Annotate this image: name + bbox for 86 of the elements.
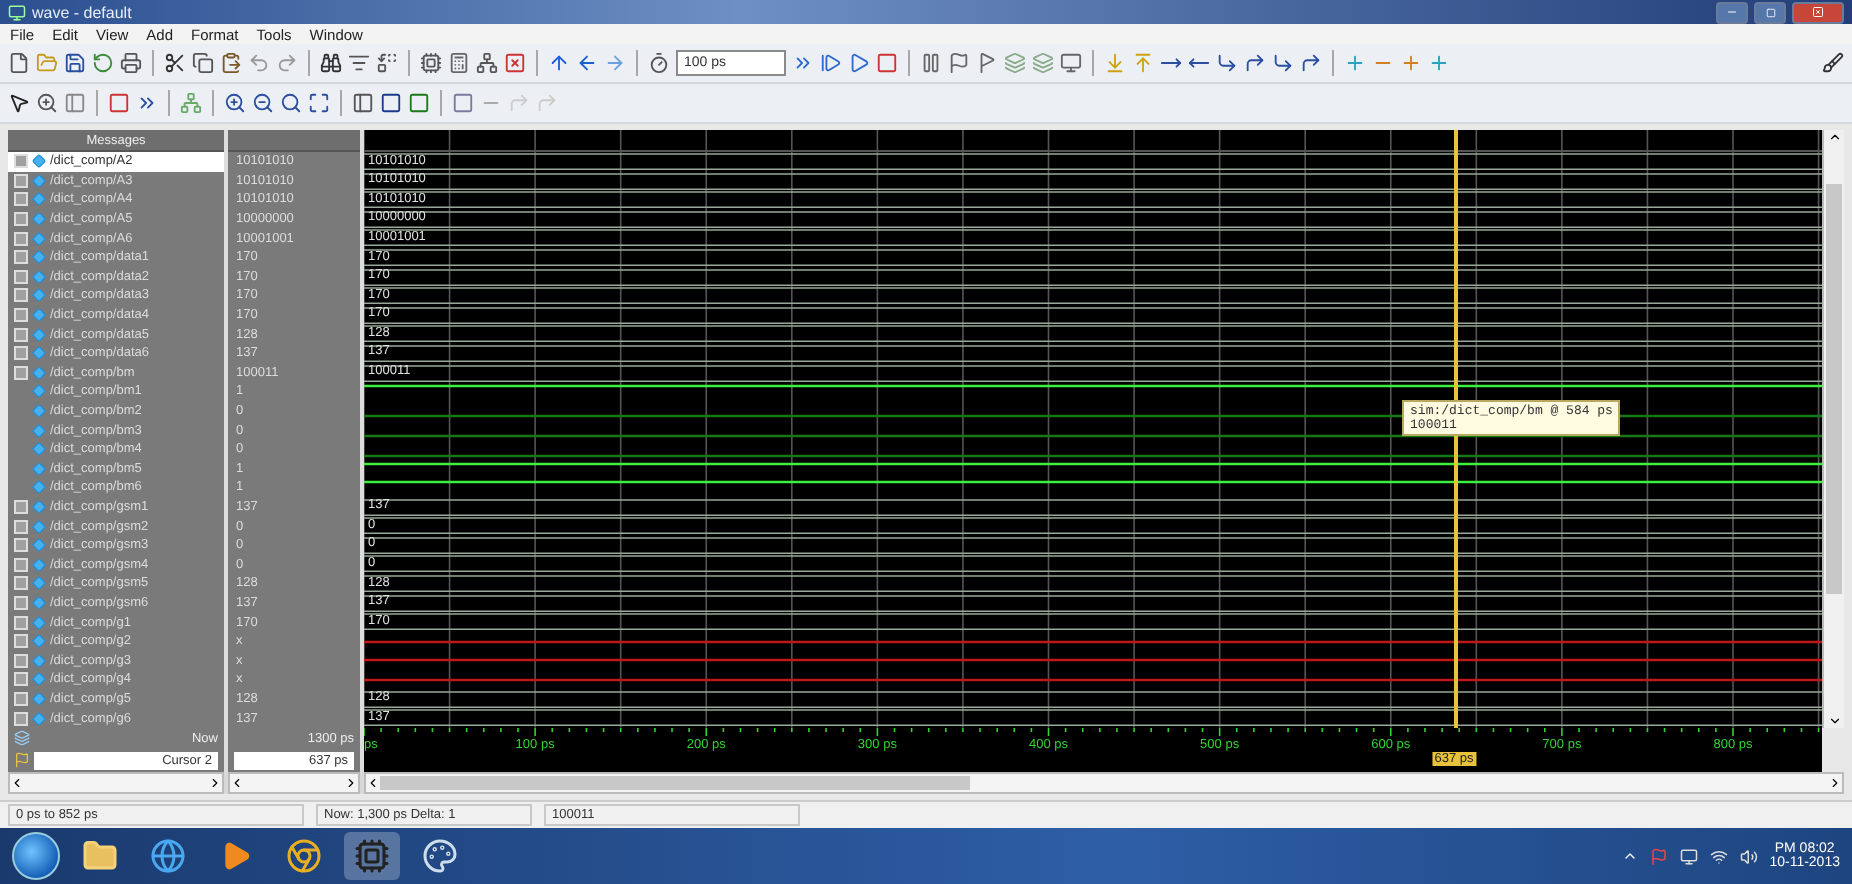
scroll-left-icon[interactable] bbox=[230, 775, 244, 790]
timer-icon[interactable] bbox=[648, 52, 670, 74]
corner-arrow-icon[interactable] bbox=[1300, 52, 1322, 74]
flag-icon[interactable] bbox=[976, 52, 998, 74]
play-icon[interactable] bbox=[848, 52, 870, 74]
maximize-icon bbox=[1765, 7, 1775, 17]
panel-icon[interactable] bbox=[64, 92, 86, 114]
paste-icon[interactable] bbox=[220, 52, 242, 74]
undo-icon[interactable] bbox=[248, 52, 270, 74]
zoom-in-icon[interactable] bbox=[36, 92, 58, 114]
flag-icon[interactable] bbox=[948, 52, 970, 74]
chip-icon[interactable] bbox=[420, 52, 442, 74]
stop-icon[interactable] bbox=[108, 92, 130, 114]
filter-icon[interactable] bbox=[348, 52, 370, 74]
scroll-left-icon[interactable] bbox=[366, 775, 380, 790]
stop-icon[interactable] bbox=[876, 52, 898, 74]
reload-icon[interactable] bbox=[92, 52, 114, 74]
step-icon[interactable] bbox=[820, 52, 842, 74]
horizontal-scrollbar[interactable] bbox=[228, 771, 360, 794]
add-icon[interactable] bbox=[1344, 52, 1366, 74]
run-icon[interactable] bbox=[792, 52, 814, 74]
replace-icon[interactable] bbox=[376, 52, 398, 74]
window-title: wave - default bbox=[32, 3, 134, 21]
scroll-up-icon[interactable] bbox=[1827, 130, 1841, 144]
minimize-icon bbox=[1726, 6, 1738, 18]
tray-expand-icon[interactable] bbox=[1621, 848, 1638, 864]
redo-icon[interactable] bbox=[276, 52, 298, 74]
browser-icon bbox=[286, 838, 322, 874]
add-icon[interactable] bbox=[1428, 52, 1450, 74]
app-icon bbox=[8, 3, 26, 21]
flag-icon[interactable] bbox=[1649, 847, 1668, 865]
corner-arrow-icon[interactable] bbox=[1272, 52, 1294, 74]
chip-icon bbox=[354, 838, 390, 874]
minimize-button[interactable] bbox=[1716, 1, 1748, 23]
volume-icon[interactable] bbox=[1739, 847, 1758, 865]
horizontal-scrollbar[interactable] bbox=[364, 771, 1844, 794]
square-icon[interactable] bbox=[408, 92, 430, 114]
screen-icon[interactable] bbox=[1679, 847, 1698, 865]
scrollbar-thumb[interactable] bbox=[1826, 184, 1842, 594]
play-icon bbox=[220, 840, 252, 872]
left-arrow-icon[interactable] bbox=[576, 52, 598, 74]
scroll-right-icon[interactable] bbox=[208, 775, 222, 790]
close-icon bbox=[1812, 6, 1824, 18]
search-icon[interactable] bbox=[280, 92, 302, 114]
square-icon[interactable] bbox=[380, 92, 402, 114]
pointer-icon[interactable] bbox=[8, 92, 30, 114]
scrollbar-thumb[interactable] bbox=[380, 775, 971, 790]
new-file-icon[interactable] bbox=[8, 52, 30, 74]
zoom-full-icon[interactable] bbox=[308, 92, 330, 114]
cursor-icon bbox=[14, 752, 30, 769]
scroll-left-icon[interactable] bbox=[10, 775, 24, 790]
copy-icon[interactable] bbox=[192, 52, 214, 74]
up-arrow-icon[interactable] bbox=[548, 52, 570, 74]
pause-icon[interactable] bbox=[920, 52, 942, 74]
taskbar-button[interactable] bbox=[344, 832, 400, 880]
maximize-button[interactable] bbox=[1754, 1, 1786, 23]
left-arrow-icon[interactable] bbox=[1188, 52, 1210, 74]
find-icon[interactable] bbox=[320, 52, 342, 74]
horizontal-scrollbar[interactable] bbox=[8, 771, 224, 794]
brush-icon[interactable] bbox=[1822, 52, 1844, 74]
now-icon bbox=[14, 730, 30, 747]
run-icon[interactable] bbox=[136, 92, 158, 114]
palette-icon bbox=[422, 838, 458, 874]
network-icon[interactable] bbox=[1709, 847, 1728, 865]
scroll-right-icon[interactable] bbox=[344, 775, 358, 790]
calculator-icon[interactable] bbox=[448, 52, 470, 74]
print-icon[interactable] bbox=[120, 52, 142, 74]
screen-icon[interactable] bbox=[1060, 52, 1082, 74]
globe-icon bbox=[150, 838, 186, 874]
corner-arrow-icon[interactable] bbox=[1244, 52, 1266, 74]
right-arrow-icon[interactable] bbox=[1160, 52, 1182, 74]
save-icon[interactable] bbox=[64, 52, 86, 74]
cut-icon[interactable] bbox=[164, 52, 186, 74]
network-icon[interactable] bbox=[476, 52, 498, 74]
scroll-right-icon[interactable] bbox=[1828, 775, 1842, 790]
start-button[interactable] bbox=[12, 832, 60, 880]
vertical-scrollbar[interactable] bbox=[1822, 130, 1844, 728]
box-x-icon[interactable] bbox=[504, 52, 526, 74]
close-button[interactable] bbox=[1792, 1, 1844, 23]
scroll-down-icon[interactable] bbox=[1827, 713, 1841, 728]
folder-icon bbox=[82, 838, 118, 874]
zoom-out-icon[interactable] bbox=[252, 92, 274, 114]
corner-arrow-icon[interactable] bbox=[1216, 52, 1238, 74]
add-icon[interactable] bbox=[1400, 52, 1422, 74]
zoom-in-icon[interactable] bbox=[224, 92, 246, 114]
panel-icon[interactable] bbox=[352, 92, 374, 114]
